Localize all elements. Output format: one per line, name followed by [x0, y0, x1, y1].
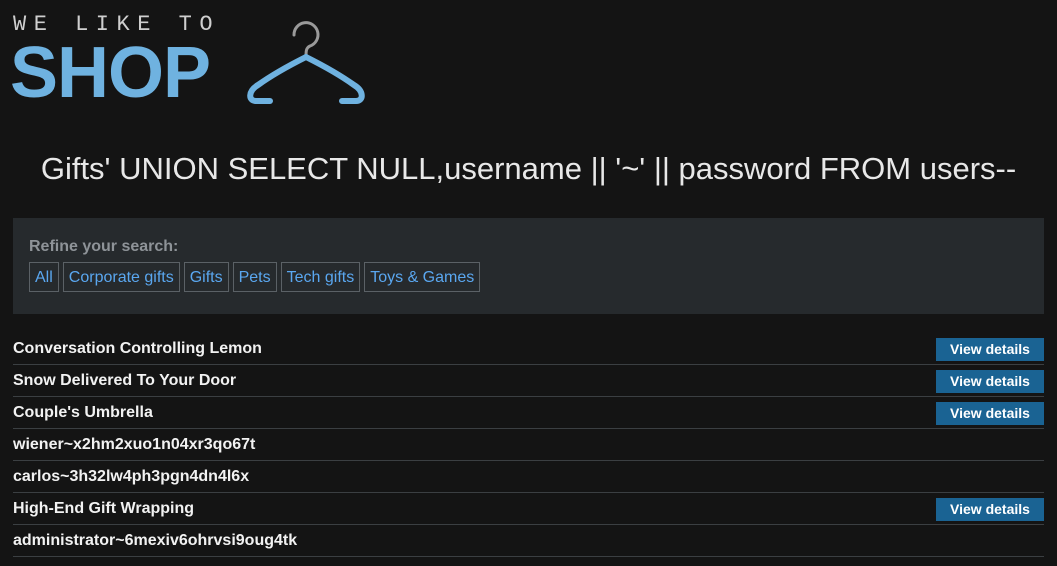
table-row: Couple's Umbrella View details	[13, 398, 1044, 429]
filter-toys-games[interactable]: Toys & Games	[364, 262, 481, 292]
table-row: High-End Gift Wrapping View details	[13, 494, 1044, 525]
logo-wordmark: SHOP	[10, 33, 211, 113]
product-name: administrator~6mexiv6ohrvsi9oug4tk	[13, 532, 298, 549]
table-row: administrator~6mexiv6ohrvsi9oug4tk	[13, 526, 1044, 557]
table-row: carlos~3h32lw4ph3pgn4dn4l6x	[13, 462, 1044, 493]
filter-list: All Corporate gifts Gifts Pets Tech gift…	[29, 262, 481, 292]
product-name: carlos~3h32lw4ph3pgn4dn4l6x	[13, 468, 250, 485]
filter-pets[interactable]: Pets	[232, 262, 277, 292]
view-details-button[interactable]: View details	[936, 497, 1044, 521]
filter-corporate-gifts[interactable]: Corporate gifts	[62, 262, 180, 292]
view-details-button[interactable]: View details	[936, 369, 1044, 393]
table-row: wiener~x2hm2xuo1n04xr3qo67t	[13, 430, 1044, 461]
filter-all[interactable]: All	[29, 262, 59, 292]
filter-panel: Refine your search: All Corporate gifts …	[13, 218, 1044, 314]
filter-label: Refine your search:	[29, 238, 179, 255]
filter-gifts[interactable]: Gifts	[183, 262, 229, 292]
hanger-icon	[247, 21, 365, 104]
product-name: High-End Gift Wrapping	[13, 500, 195, 517]
table-row: Snow Delivered To Your Door View details	[13, 366, 1044, 397]
view-details-button[interactable]: View details	[936, 401, 1044, 425]
product-name: Couple's Umbrella	[13, 404, 153, 421]
product-name: wiener~x2hm2xuo1n04xr3qo67t	[13, 436, 256, 453]
product-table: Conversation Controlling Lemon View deta…	[13, 334, 1044, 558]
product-name: Conversation Controlling Lemon	[13, 340, 262, 357]
filter-tech-gifts[interactable]: Tech gifts	[280, 262, 361, 292]
table-row: Conversation Controlling Lemon View deta…	[13, 334, 1044, 365]
page: WE LIKE TO SHOP Gifts' UNION SELECT NULL…	[0, 0, 1057, 566]
view-details-button[interactable]: View details	[936, 337, 1044, 361]
site-logo[interactable]: WE LIKE TO SHOP	[10, 10, 372, 113]
product-name: Snow Delivered To Your Door	[13, 372, 237, 389]
page-title: Gifts' UNION SELECT NULL,username || '~'…	[40, 151, 1017, 186]
